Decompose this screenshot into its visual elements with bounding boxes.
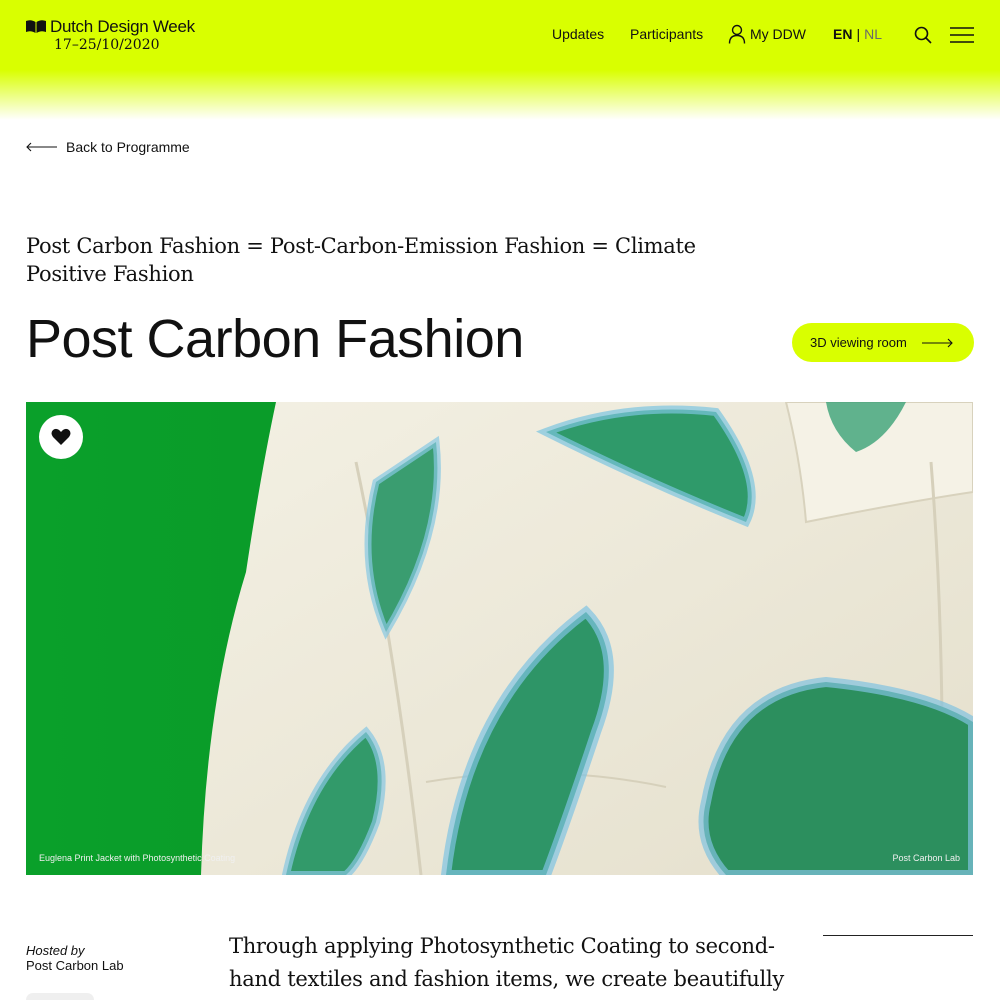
image-caption: Euglena Print Jacket with Photosynthetic… (39, 853, 236, 863)
nav-my-ddw-label: My DDW (750, 26, 806, 42)
logo-name: Dutch Design Week (50, 17, 195, 36)
nav-my-ddw[interactable]: My DDW (728, 24, 806, 44)
hamburger-menu-icon[interactable] (950, 26, 974, 44)
viewing-button-label: 3D viewing room (810, 335, 907, 350)
back-to-programme-link[interactable]: Back to Programme (26, 139, 190, 155)
3d-viewing-room-button[interactable]: 3D viewing room (792, 323, 974, 362)
lang-en[interactable]: EN (833, 26, 852, 42)
page-title: Post Carbon Fashion (26, 309, 524, 369)
user-icon (728, 24, 746, 44)
favourite-button[interactable] (39, 415, 83, 459)
lang-separator: | (856, 26, 861, 42)
arrow-right-icon (921, 338, 953, 347)
host-link[interactable]: Post Carbon Lab (26, 958, 124, 974)
tag-pill[interactable] (26, 993, 94, 1000)
lang-nl[interactable]: NL (864, 26, 882, 42)
page-subtitle: Post Carbon Fashion = Post-Carbon-Emissi… (26, 234, 696, 286)
search-icon[interactable] (914, 26, 932, 44)
nav-participants[interactable]: Participants (630, 26, 703, 42)
ddw-logo-icon (26, 20, 46, 33)
back-link-label: Back to Programme (66, 139, 190, 155)
arrow-left-icon (26, 142, 57, 152)
hosted-by: Hosted by Post Carbon Lab (26, 943, 124, 974)
ddw-logo[interactable]: Dutch Design Week 17–25/10/2020 (26, 18, 195, 54)
site-header: Dutch Design Week 17–25/10/2020 Updates … (0, 0, 1000, 120)
language-switcher: EN | NL (833, 26, 882, 42)
jacket-photo (26, 402, 973, 875)
hosted-by-label: Hosted by (26, 943, 85, 958)
description-text: Through applying Photosynthetic Coating … (229, 934, 784, 991)
hero-image: Euglena Print Jacket with Photosynthetic… (26, 402, 973, 875)
nav-updates[interactable]: Updates (552, 26, 604, 42)
image-credit: Post Carbon Lab (892, 853, 960, 863)
event-dates: 17–25/10/2020 (54, 37, 160, 53)
sidebar-divider (823, 935, 973, 936)
heart-icon (51, 428, 71, 445)
